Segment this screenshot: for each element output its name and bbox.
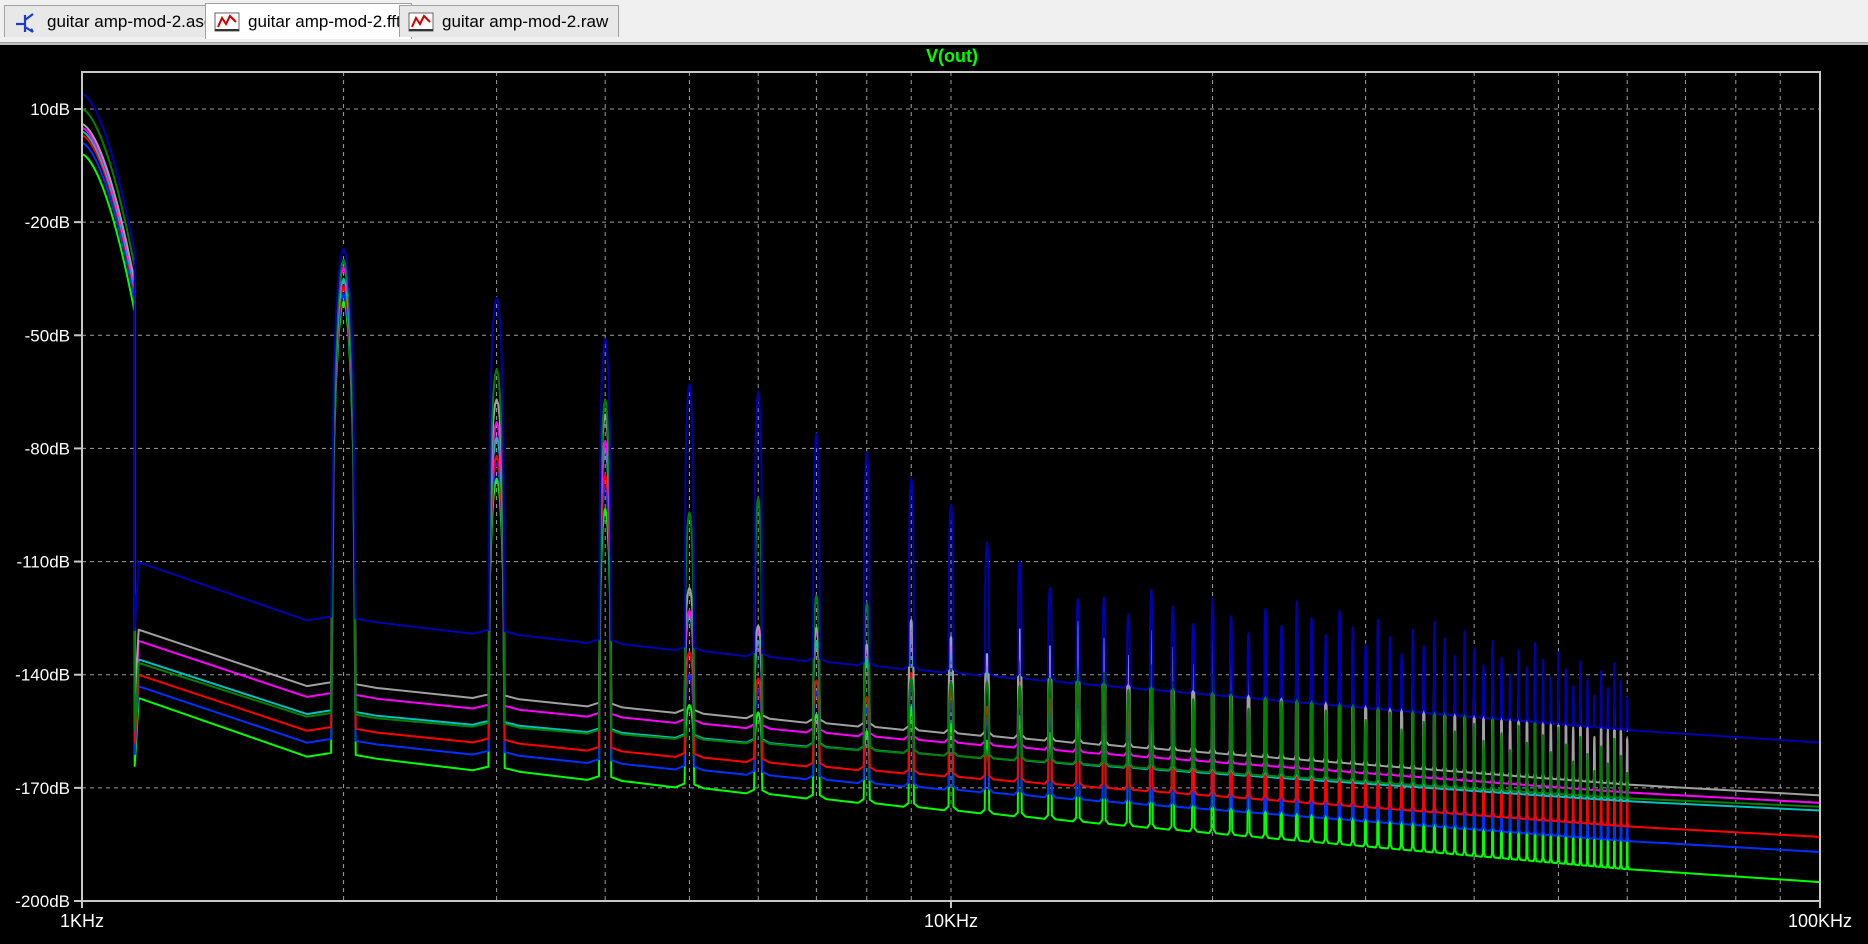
waveform-icon bbox=[214, 10, 240, 34]
y-tick-label: -140dB bbox=[15, 666, 70, 685]
x-tick-label: 10KHz bbox=[924, 911, 978, 931]
tab-fft[interactable]: guitar amp-mod-2.fft bbox=[205, 3, 412, 39]
y-tick-label: -20dB bbox=[25, 213, 70, 232]
tab-bar: guitar amp-mod-2.asc guitar amp-mod-2.ff… bbox=[0, 0, 1868, 43]
y-tick-label: -200dB bbox=[15, 892, 70, 911]
trace-title[interactable]: V(out) bbox=[926, 46, 978, 66]
y-tick-label: -80dB bbox=[25, 439, 70, 458]
waveform-icon bbox=[408, 10, 434, 34]
y-tick-label: -170dB bbox=[15, 779, 70, 798]
x-axis-ticks: 1KHz 10KHz 100KHz bbox=[60, 901, 1852, 931]
y-axis-ticks: 10dB -20dB -50dB -80dB -110dB -140dB -170dB -20… bbox=[15, 100, 82, 911]
tab-asc[interactable]: guitar amp-mod-2.asc bbox=[4, 5, 224, 37]
y-tick-label: -50dB bbox=[25, 326, 70, 345]
schematic-icon bbox=[13, 10, 39, 34]
x-tick-label: 100KHz bbox=[1788, 911, 1852, 931]
tab-label: guitar amp-mod-2.asc bbox=[47, 11, 213, 31]
y-tick-label: -110dB bbox=[16, 553, 70, 572]
waveform-viewer[interactable]: V(out) 10dB -20dB -50dB -80dB -110dB -140dB -1… bbox=[0, 43, 1868, 944]
x-tick-label: 1KHz bbox=[60, 911, 104, 931]
tab-label: guitar amp-mod-2.raw bbox=[442, 11, 609, 31]
y-tick-label: 10dB bbox=[30, 100, 70, 119]
fft-plot[interactable]: V(out) 10dB -20dB -50dB -80dB -110dB -140dB -1… bbox=[0, 45, 1868, 944]
tab-raw[interactable]: guitar amp-mod-2.raw bbox=[399, 5, 620, 37]
tab-label: guitar amp-mod-2.fft bbox=[248, 11, 401, 31]
